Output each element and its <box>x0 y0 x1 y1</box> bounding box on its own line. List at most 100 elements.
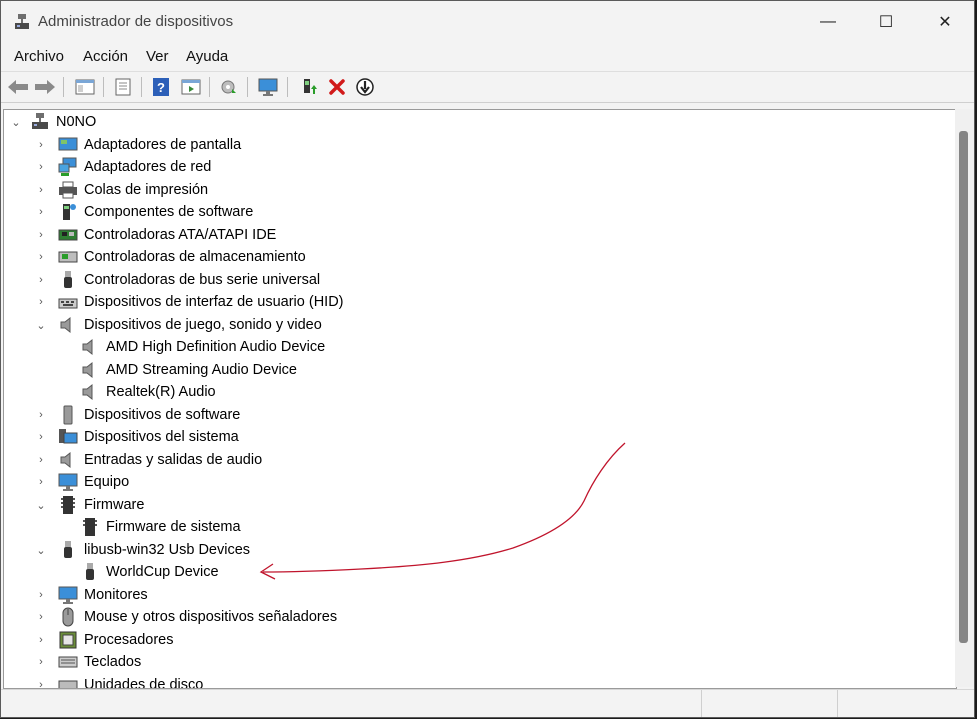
show-hide-console-tree-icon[interactable] <box>73 75 97 99</box>
forward-arrow-icon[interactable] <box>33 75 57 99</box>
storage-controller-icon <box>58 247 78 267</box>
chevron-right-icon[interactable]: › <box>36 274 46 286</box>
device-manager-icon <box>13 13 31 31</box>
chevron-right-icon[interactable]: › <box>36 409 46 421</box>
mouse-icon <box>58 607 78 627</box>
update-driver-icon[interactable] <box>217 75 241 99</box>
toolbar-separator <box>141 77 142 97</box>
scan-hardware-icon[interactable] <box>256 75 280 99</box>
menu-ayuda[interactable]: Ayuda <box>186 48 228 65</box>
keyboard-icon <box>58 652 78 672</box>
speaker-icon <box>80 382 100 402</box>
hid-keyboard-icon <box>58 292 78 312</box>
status-bar <box>1 689 974 717</box>
uninstall-device-icon[interactable] <box>325 75 349 99</box>
speaker-icon <box>80 337 100 357</box>
category-procesadores[interactable]: › Procesadores <box>36 629 173 651</box>
minimize-button[interactable]: — <box>805 7 851 37</box>
category-entradas-salidas-audio[interactable]: › Entradas y salidas de audio <box>36 449 262 471</box>
tree-root[interactable]: ⌄ N0NO <box>10 111 96 133</box>
device-tree: ⌄ N0NO › Adaptadores de pantalla › Adapt… <box>3 109 957 689</box>
chevron-down-icon[interactable]: ⌄ <box>36 500 46 512</box>
speaker-icon <box>58 450 78 470</box>
ide-controller-icon <box>58 225 78 245</box>
chevron-right-icon[interactable]: › <box>36 229 46 241</box>
help-icon[interactable]: ? <box>149 75 173 99</box>
firmware-chip-icon <box>80 517 100 537</box>
speaker-icon <box>80 360 100 380</box>
svg-text:?: ? <box>157 80 165 95</box>
category-controladoras-almacenamiento[interactable]: › Controladoras de almacenamiento <box>36 246 306 268</box>
toolbar-separator <box>63 77 64 97</box>
category-teclados[interactable]: › Teclados <box>36 651 141 673</box>
category-dispositivos-software[interactable]: › Dispositivos de software <box>36 404 240 426</box>
chevron-right-icon[interactable]: › <box>36 161 46 173</box>
category-controladoras-usb[interactable]: › Controladoras de bus serie universal <box>36 269 320 291</box>
category-equipo[interactable]: › Equipo <box>36 471 129 493</box>
chevron-right-icon[interactable]: › <box>36 611 46 623</box>
chevron-down-icon[interactable]: ⌄ <box>10 117 22 129</box>
chevron-right-icon[interactable]: › <box>36 184 46 196</box>
category-monitores[interactable]: › Monitores <box>36 584 148 606</box>
category-componentes-software[interactable]: › Componentes de software <box>36 201 253 223</box>
category-dispositivos-sistema[interactable]: › Dispositivos del sistema <box>36 426 239 448</box>
category-hid[interactable]: › Dispositivos de interfaz de usuario (H… <box>36 291 343 313</box>
chevron-down-icon[interactable]: ⌄ <box>36 545 46 557</box>
chevron-right-icon[interactable]: › <box>36 589 46 601</box>
category-unidades-disco[interactable]: › Unidades de disco <box>36 674 203 688</box>
computer-icon <box>30 112 50 132</box>
menu-ver[interactable]: Ver <box>146 48 169 65</box>
toolbar-separator <box>103 77 104 97</box>
speaker-icon <box>58 315 78 335</box>
device-amd-hd-audio[interactable]: AMD High Definition Audio Device <box>80 336 325 358</box>
action-pane-icon[interactable] <box>179 75 203 99</box>
category-sonido[interactable]: ⌄ Dispositivos de juego, sonido y video <box>36 314 322 336</box>
usb-icon <box>80 562 100 582</box>
toolbar-separator <box>209 77 210 97</box>
category-firmware[interactable]: ⌄ Firmware <box>36 494 144 516</box>
toolbar-separator <box>247 77 248 97</box>
usb-icon <box>58 270 78 290</box>
category-controladoras-ata[interactable]: › Controladoras ATA/ATAPI IDE <box>36 224 276 246</box>
back-arrow-icon[interactable] <box>6 75 30 99</box>
chevron-right-icon[interactable]: › <box>36 656 46 668</box>
chevron-right-icon[interactable]: › <box>36 139 46 151</box>
toolbar: ? <box>1 71 974 103</box>
maximize-button[interactable]: ☐ <box>863 7 909 37</box>
chevron-right-icon[interactable]: › <box>36 454 46 466</box>
chevron-right-icon[interactable]: › <box>36 634 46 646</box>
menu-archivo[interactable]: Archivo <box>14 48 64 65</box>
network-adapter-icon <box>58 157 78 177</box>
monitor-icon <box>58 585 78 605</box>
scrollbar-thumb[interactable] <box>959 131 968 643</box>
device-amd-streaming-audio[interactable]: AMD Streaming Audio Device <box>80 359 297 381</box>
chevron-right-icon[interactable]: › <box>36 251 46 263</box>
processor-icon <box>58 630 78 650</box>
category-adaptadores-red[interactable]: › Adaptadores de red <box>36 156 211 178</box>
menu-accion[interactable]: Acción <box>83 48 128 65</box>
device-realtek-audio[interactable]: Realtek(R) Audio <box>80 381 216 403</box>
category-mouse[interactable]: › Mouse y otros dispositivos señaladores <box>36 606 337 628</box>
enable-device-icon[interactable] <box>297 75 321 99</box>
chevron-down-icon[interactable]: ⌄ <box>36 320 46 332</box>
chevron-right-icon[interactable]: › <box>36 679 46 688</box>
close-button[interactable]: ✕ <box>922 7 968 37</box>
chevron-right-icon[interactable]: › <box>36 431 46 443</box>
device-worldcup[interactable]: WorldCup Device <box>80 561 219 583</box>
software-component-icon <box>58 202 78 222</box>
disk-drive-icon <box>58 675 78 688</box>
toolbar-separator <box>287 77 288 97</box>
title-bar: Administrador de dispositivos — ☐ ✕ <box>1 1 974 43</box>
menu-bar: Archivo Acción Ver Ayuda <box>1 44 974 70</box>
category-adaptadores-pantalla[interactable]: › Adaptadores de pantalla <box>36 134 241 156</box>
chevron-right-icon[interactable]: › <box>36 206 46 218</box>
device-firmware-sistema[interactable]: Firmware de sistema <box>80 516 241 538</box>
system-device-icon <box>58 427 78 447</box>
properties-icon[interactable] <box>111 75 135 99</box>
disable-device-icon[interactable] <box>353 75 377 99</box>
chevron-right-icon[interactable]: › <box>36 296 46 308</box>
chevron-right-icon[interactable]: › <box>36 476 46 488</box>
software-device-icon <box>58 405 78 425</box>
category-colas-impresion[interactable]: › Colas de impresión <box>36 179 208 201</box>
category-libusb[interactable]: ⌄ libusb-win32 Usb Devices <box>36 539 250 561</box>
